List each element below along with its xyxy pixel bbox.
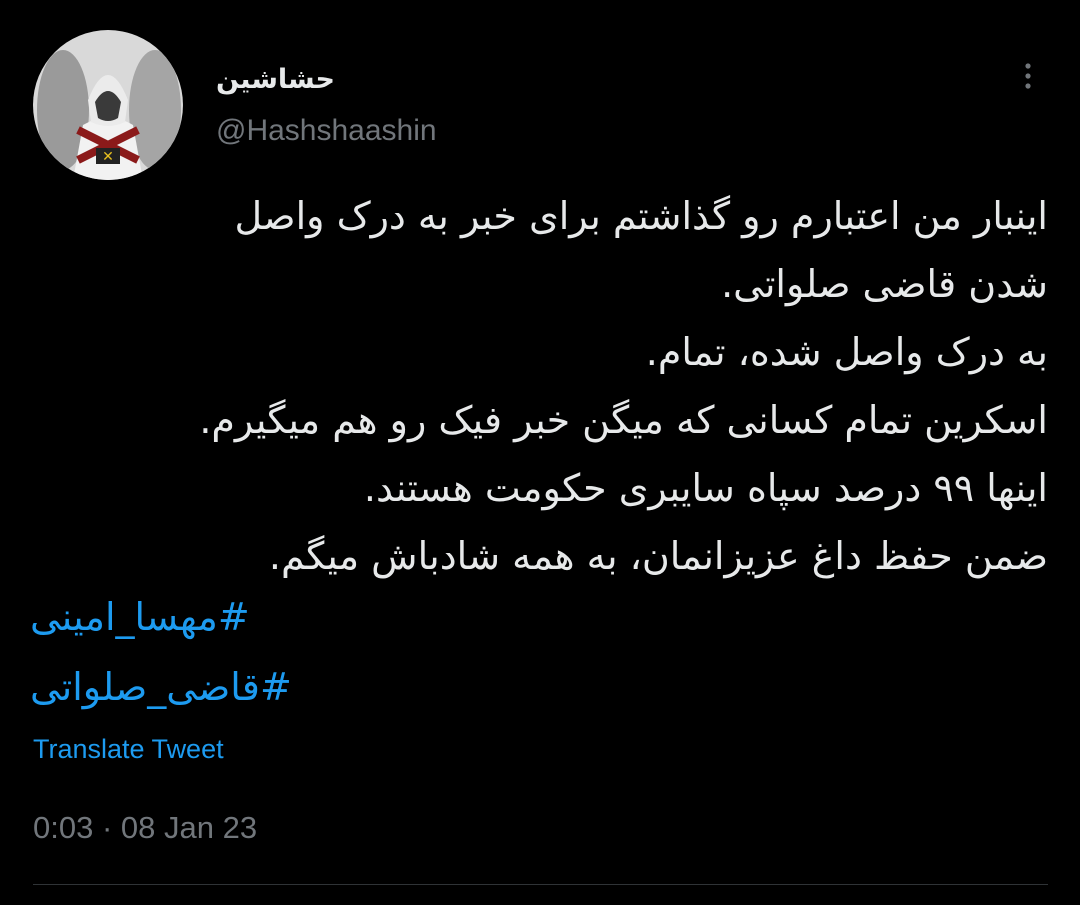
tweet-time[interactable]: 0:03 [33, 810, 93, 845]
assassin-avatar-icon: ✕ [33, 30, 183, 180]
tweet-timestamp: 0:03 · 08 Jan 23 [33, 810, 257, 846]
tweet-text: اینبار من اعتبارم رو گذاشتم برای خبر به … [30, 182, 1048, 590]
tweet-text-line: اسکرین تمام کسانی که میگن خبر فیک رو هم … [199, 398, 1048, 442]
hashtag-link[interactable]: #مهسا_امینی [30, 582, 430, 652]
translate-tweet-link[interactable]: Translate Tweet [33, 734, 224, 765]
svg-text:✕: ✕ [102, 149, 114, 165]
tweet-text-line: شدن قاضی صلواتی. [721, 262, 1048, 306]
tweet-text-line: ضمن حفظ داغ عزیزانمان، به همه شادباش میگ… [268, 534, 1048, 578]
meta-separator: · [101, 810, 113, 845]
display-name[interactable]: حشاشین [216, 64, 335, 95]
avatar[interactable]: ✕ [33, 30, 183, 180]
more-options-icon[interactable] [1008, 56, 1048, 96]
hashtag-list: #مهسا_امینی #قاضی_صلواتی [30, 582, 430, 722]
divider [33, 884, 1048, 885]
user-handle[interactable]: @Hashshaashin [216, 114, 437, 148]
tweet-date[interactable]: 08 Jan 23 [121, 810, 257, 845]
hashtag-link[interactable]: #قاضی_صلواتی [30, 652, 430, 722]
tweet-text-line: اینها ۹۹ درصد سپاه سایبری حکومت هستند. [363, 466, 1048, 510]
tweet-text-line: به درک واصل شده، تمام. [645, 330, 1048, 374]
tweet-text-line: اینبار من اعتبارم رو گذاشتم برای خبر به … [234, 194, 1048, 238]
